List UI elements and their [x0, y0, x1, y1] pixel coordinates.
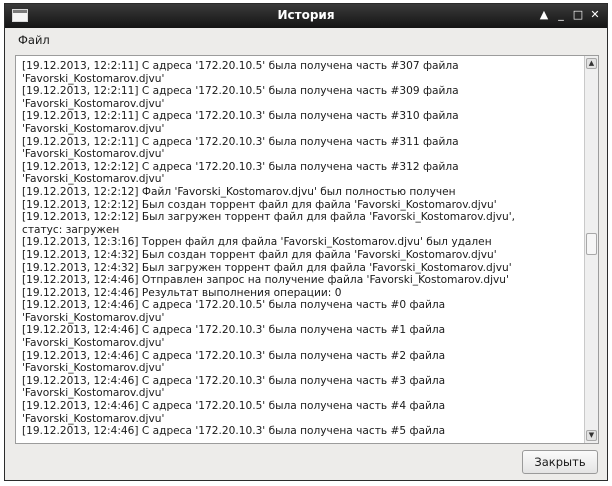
log-line: [19.12.2013, 12:2:12] Был загружен торре… [22, 211, 515, 224]
log-line: [19.12.2013, 12:4:46] Отправлен запрос н… [22, 274, 509, 287]
log-line: 'Favorski_Kostomarov.djvu' [22, 148, 165, 161]
window-controls: ▲ _ □ ✕ [538, 7, 601, 23]
log-line: [19.12.2013, 12:2:11] С адреса '172.20.1… [22, 85, 459, 98]
log-line: 'Favorski_Kostomarov.djvu' [22, 72, 165, 85]
log-line: [19.12.2013, 12:4:32] Был загружен торре… [22, 261, 512, 274]
log-line: [19.12.2013, 12:4:32] Был создан торрент… [22, 248, 497, 261]
log-line: [19.12.2013, 12:4:46] С адреса '172.20.1… [22, 425, 446, 438]
window-title: История [277, 8, 335, 22]
history-log[interactable]: [19.12.2013, 12:2:11] С адреса '172.20.1… [15, 55, 599, 444]
log-line: [19.12.2013, 12:4:46] С адреса '172.20.1… [22, 299, 446, 312]
log-line: [19.12.2013, 12:4:46] Результат выполнен… [22, 286, 342, 299]
log-line: статус: загружен [22, 223, 120, 236]
title-bar[interactable]: История ▲ _ □ ✕ [5, 4, 607, 28]
maximize-icon[interactable]: □ [572, 7, 584, 23]
menu-file[interactable]: Файл [18, 33, 50, 47]
log-line: [19.12.2013, 12:2:11] С адреса '172.20.1… [22, 110, 459, 123]
log-line: [19.12.2013, 12:2:12] Файл 'Favorski_Kos… [22, 185, 456, 198]
menu-bar: Файл [5, 28, 607, 52]
close-button[interactable]: Закрыть [522, 450, 598, 474]
close-icon[interactable]: ✕ [589, 7, 601, 23]
log-line: [19.12.2013, 12:2:11] С адреса '172.20.1… [22, 60, 459, 72]
minimize-icon[interactable]: _ [555, 7, 567, 23]
log-line: 'Favorski_Kostomarov.djvu' [22, 97, 165, 110]
log-line: 'Favorski_Kostomarov.djvu' [22, 412, 165, 425]
log-line: [19.12.2013, 12:4:46] С адреса '172.20.1… [22, 374, 446, 387]
log-line: 'Favorski_Kostomarov.djvu' [22, 311, 165, 324]
log-line: 'Favorski_Kostomarov.djvu' [22, 387, 165, 400]
log-line: [19.12.2013, 12:2:12] Был создан торрент… [22, 198, 497, 211]
keep-above-icon[interactable]: ▲ [538, 7, 550, 23]
log-line: [19.12.2013, 12:4:46] С адреса '172.20.1… [22, 349, 446, 362]
scroll-down-arrow-icon[interactable]: ▼ [586, 430, 597, 441]
log-line: [19.12.2013, 12:3:16] Торрен файл для фа… [22, 236, 492, 249]
log-line: 'Favorski_Kostomarov.djvu' [22, 173, 165, 186]
log-line: [19.12.2013, 12:2:11] С адреса '172.20.1… [22, 135, 459, 148]
log-text: [19.12.2013, 12:2:11] С адреса '172.20.1… [22, 60, 582, 438]
history-window: История ▲ _ □ ✕ Файл [19.12.2013, 12:2:1… [4, 3, 608, 481]
vertical-scrollbar[interactable]: ▲ ▼ [584, 56, 598, 443]
log-line: 'Favorski_Kostomarov.djvu' [22, 362, 165, 375]
log-line: [19.12.2013, 12:4:46] С адреса '172.20.1… [22, 324, 446, 337]
log-line: [19.12.2013, 12:4:46] С адреса '172.20.1… [22, 400, 446, 413]
log-line: 'Favorski_Kostomarov.djvu' [22, 122, 165, 135]
log-line: [19.12.2013, 12:2:12] С адреса '172.20.1… [22, 160, 459, 173]
scroll-thumb[interactable] [586, 233, 597, 255]
scroll-up-arrow-icon[interactable]: ▲ [586, 58, 597, 69]
log-line: 'Favorski_Kostomarov.djvu' [22, 337, 165, 350]
